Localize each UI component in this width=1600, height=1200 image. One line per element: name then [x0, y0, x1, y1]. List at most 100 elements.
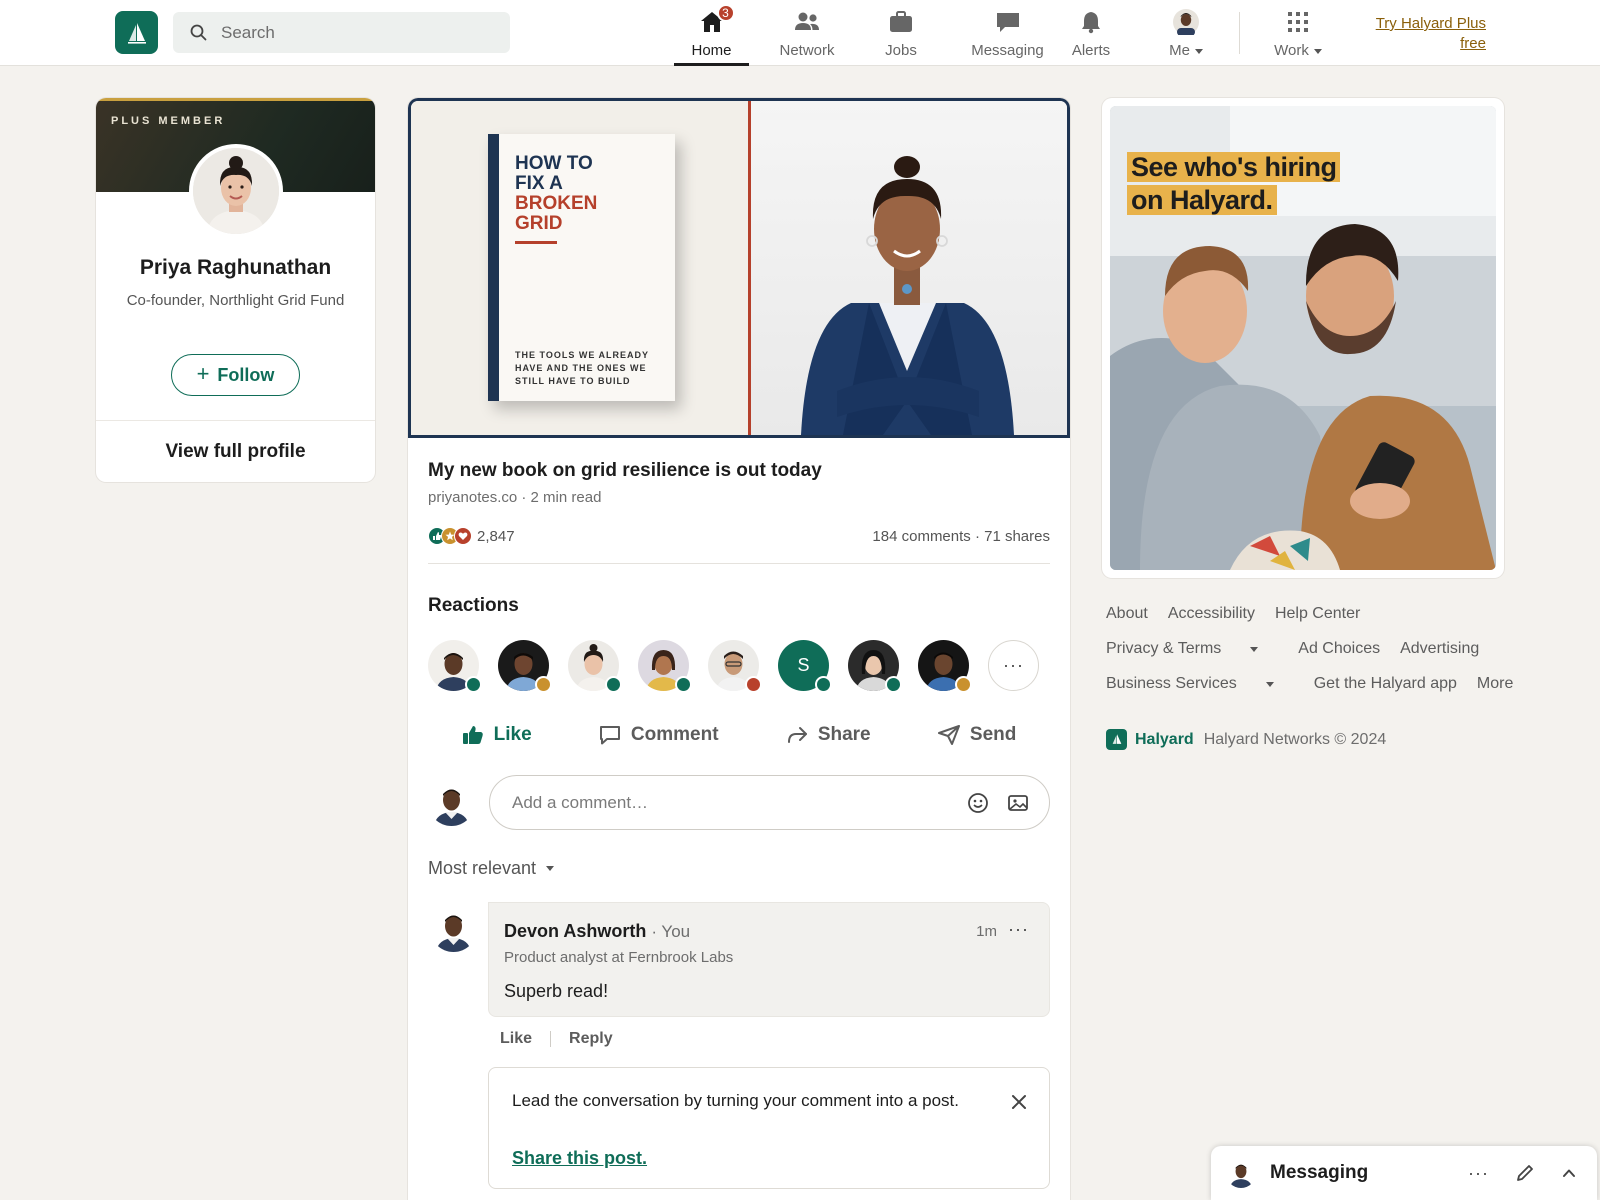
messaging-dock[interactable]: Messaging ···	[1211, 1146, 1597, 1200]
footer-link-business-services[interactable]: Business Services	[1106, 675, 1294, 693]
nav-divider	[1239, 12, 1240, 54]
footer-link-accessibility[interactable]: Accessibility	[1168, 605, 1255, 623]
footer-link-ad-choices[interactable]: Ad Choices	[1298, 640, 1380, 658]
celebrate-badge-icon	[955, 676, 972, 693]
send-button[interactable]: Send	[937, 724, 1016, 746]
emoji-icon[interactable]	[967, 792, 989, 814]
like-button[interactable]: Like	[462, 724, 532, 746]
reaction-count[interactable]: 2,847	[477, 528, 515, 545]
comment-author-avatar[interactable]	[430, 905, 477, 952]
comment-text: Superb read!	[504, 981, 609, 1001]
post-title[interactable]: My new book on grid resilience is out to…	[428, 460, 822, 482]
search-bar[interactable]	[173, 12, 510, 53]
sort-label: Most relevant	[428, 858, 537, 878]
reaction-icons	[428, 527, 472, 545]
book-rule	[515, 241, 557, 244]
grid-icon	[1288, 12, 1308, 32]
search-icon	[190, 24, 207, 41]
footer-link-get-app[interactable]: Get the Halyard app	[1314, 675, 1457, 693]
reactor-avatar[interactable]	[848, 640, 902, 693]
nav-messaging[interactable]: Messaging	[955, 0, 1060, 66]
chevron-up-icon[interactable]	[1561, 1165, 1577, 1181]
footer-link-more[interactable]: More	[1477, 675, 1513, 693]
briefcase-icon	[890, 11, 912, 32]
like-badge-icon	[605, 676, 622, 693]
nav-work-label: Work	[1274, 42, 1309, 59]
nav-network[interactable]: Network	[772, 0, 842, 66]
reactor-avatar[interactable]	[918, 640, 972, 693]
ad-card[interactable]: See who's hiring on Halyard.	[1102, 98, 1504, 578]
nav-jobs[interactable]: Jobs	[876, 0, 926, 66]
compose-icon[interactable]	[1515, 1163, 1535, 1183]
close-icon[interactable]	[1011, 1094, 1027, 1115]
comment-author-name[interactable]: Devon Ashworth	[504, 921, 646, 941]
nav-me[interactable]: Me	[1160, 0, 1212, 66]
nav-messaging-label: Messaging	[971, 42, 1044, 59]
footer-link-about[interactable]: About	[1106, 605, 1148, 623]
more-reactors-button[interactable]: ···	[988, 640, 1039, 691]
post-hero-image[interactable]: HOW TO FIX A BROKEN GRID THE TOOLS WE ALREA…	[408, 98, 1070, 438]
reactor-avatar[interactable]	[568, 640, 622, 693]
reaction-summary[interactable]: 2,847 184 comments · 71 shares	[428, 524, 1050, 548]
share-tip-card: Lead the conversation by turning your co…	[488, 1067, 1050, 1189]
follow-label: Follow	[217, 364, 275, 385]
divider	[550, 1031, 552, 1047]
chevron-down-icon	[1313, 48, 1322, 54]
profile-photo	[193, 148, 279, 234]
image-icon[interactable]	[1007, 792, 1029, 814]
like-badge-icon	[675, 676, 692, 693]
footer-link-privacy-terms[interactable]: Privacy & Terms	[1106, 640, 1278, 658]
comment-bubble: Devon Ashworth · You 1m ··· Product anal…	[488, 902, 1050, 1017]
nav-jobs-label: Jobs	[885, 42, 917, 59]
messaging-title: Messaging	[1270, 1162, 1369, 1183]
footer-link-help-center[interactable]: Help Center	[1275, 605, 1360, 623]
nav-home-label: Home	[691, 42, 732, 59]
comment-share-stats[interactable]: 184 comments · 71 shares	[872, 528, 1050, 545]
love-reaction-icon	[454, 527, 472, 545]
comment-reply-button[interactable]: Reply	[569, 1030, 613, 1048]
profile-avatar[interactable]	[189, 144, 283, 238]
try-plus-link[interactable]: Try Halyard Plus free	[1360, 14, 1486, 54]
profile-name[interactable]: Priya Raghunathan	[96, 256, 375, 280]
sort-dropdown[interactable]: Most relevant	[428, 858, 555, 879]
halyard-logo[interactable]	[115, 11, 158, 54]
reactor-avatar[interactable]: S	[778, 640, 832, 693]
share-this-post-link[interactable]: Share this post.	[512, 1148, 647, 1169]
thumbs-up-icon	[462, 726, 483, 744]
comment-input[interactable]	[512, 792, 949, 813]
reactor-avatar[interactable]	[638, 640, 692, 693]
nav-network-label: Network	[779, 42, 835, 59]
view-full-profile-button[interactable]: View full profile	[96, 421, 375, 482]
share-label: Share	[817, 724, 871, 745]
footer-link-advertising[interactable]: Advertising	[1400, 640, 1479, 658]
book-title-line: HOW TO	[515, 153, 593, 174]
ad-headline-line1: See who's hiring	[1127, 152, 1341, 182]
more-options-icon[interactable]: ···	[1008, 919, 1029, 940]
like-badge-icon	[465, 676, 482, 693]
reactor-avatar[interactable]	[708, 640, 762, 693]
comment-like-button[interactable]: Like	[500, 1030, 532, 1048]
comment-input-box[interactable]	[489, 775, 1050, 830]
book-title: HOW TO FIX A BROKEN GRID	[515, 154, 597, 234]
top-navigation: 3 Home Network Jobs Mes	[0, 0, 1600, 66]
nav-home[interactable]: 3 Home	[674, 0, 749, 66]
divider	[428, 563, 1050, 564]
reactor-avatar[interactable]	[498, 640, 552, 693]
messaging-icon	[996, 13, 1019, 32]
footer-row: Privacy & Terms Ad Choices Advertising	[1106, 640, 1526, 658]
reactor-avatar[interactable]	[428, 640, 482, 693]
nav-work[interactable]: Work	[1268, 0, 1328, 66]
copyright: Halyard Networks © 2024	[1203, 730, 1387, 748]
like-badge-icon	[815, 676, 832, 693]
like-badge-icon	[885, 676, 902, 693]
more-options-icon[interactable]: ···	[1468, 1163, 1489, 1184]
footer-links: About Accessibility Help Center Privacy …	[1106, 605, 1526, 710]
search-input[interactable]	[221, 22, 481, 43]
nav-alerts[interactable]: Alerts	[1063, 0, 1119, 66]
comment-button[interactable]: Comment	[599, 724, 719, 746]
brand-name: Halyard	[1135, 730, 1194, 748]
share-button[interactable]: Share	[786, 724, 871, 746]
follow-button[interactable]: + Follow	[171, 354, 300, 396]
book-title-line: BROKEN	[515, 193, 598, 214]
tip-text: Lead the conversation by turning your co…	[512, 1091, 959, 1110]
